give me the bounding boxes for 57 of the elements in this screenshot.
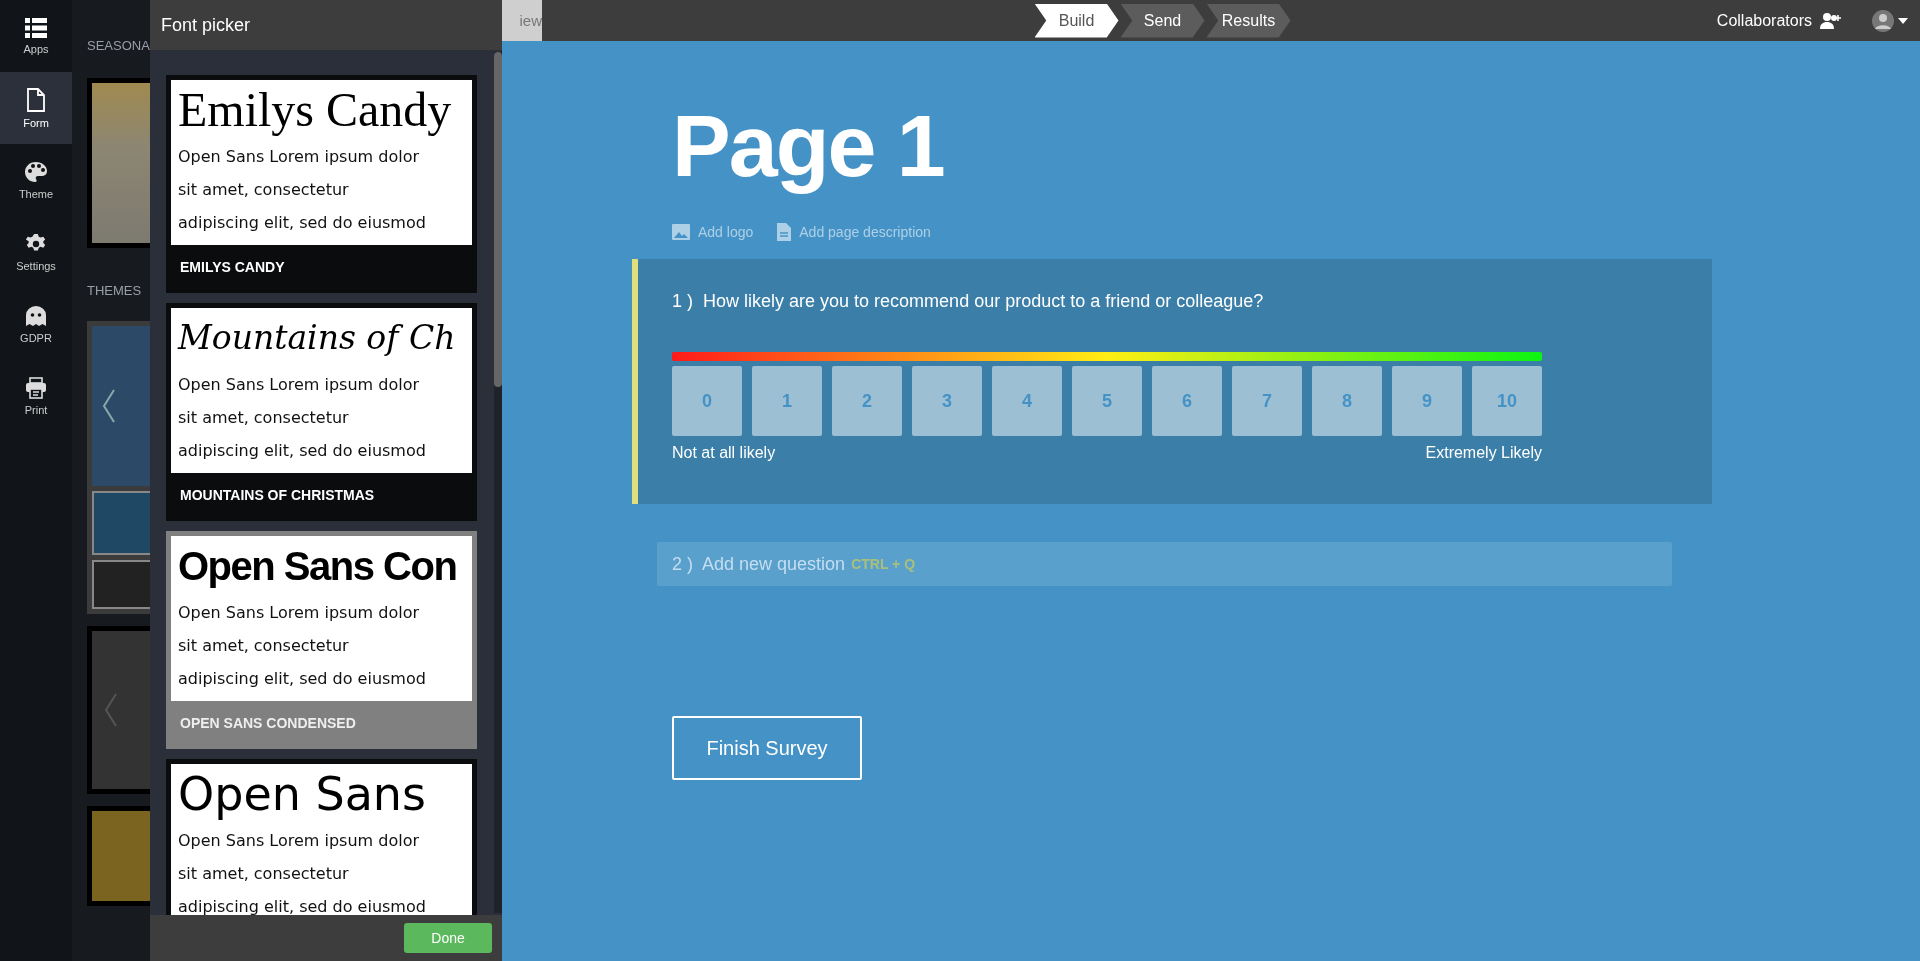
sidebar-item[interactable]: Theme <box>0 144 72 216</box>
chevron-left-icon <box>102 389 116 423</box>
new-question-field[interactable]: 2 ) Add new question CTRL + Q <box>657 542 1672 586</box>
sidebar-item[interactable]: GDPR <box>0 288 72 360</box>
theme-card[interactable] <box>87 321 150 614</box>
caret-icon[interactable] <box>1898 17 1908 24</box>
scale-label: Not at all likely <box>672 444 776 462</box>
step-tab[interactable]: Results <box>1206 3 1291 38</box>
font-card[interactable]: Emilys Candy Open Sans Lorem ipsum dolor sit amet, consectetur adipiscing elit, sed do eiusmod EMILYS CANDY <box>166 75 477 293</box>
scale-option[interactable]: 1 <box>752 366 822 436</box>
scale-option[interactable]: 9 <box>1392 366 1462 436</box>
view-tab[interactable]: iew <box>502 0 542 41</box>
sidebar-item[interactable]: Settings <box>0 216 72 288</box>
shortcut-hint: CTRL + Q <box>851 556 916 572</box>
panel-title: Font picker <box>150 0 502 50</box>
sidebar-item[interactable]: Print <box>0 360 72 432</box>
scale-option[interactable]: 5 <box>1072 366 1142 436</box>
done-button[interactable]: Done <box>404 923 492 953</box>
section-heading: SEASONA <box>87 38 150 53</box>
finish-survey-button[interactable]: Finish Survey <box>672 716 862 780</box>
color-swatch[interactable] <box>92 560 150 609</box>
question-text: 1 ) How likely are you to recommend our product to a friend or colleague? <box>672 291 1265 312</box>
printer-icon <box>25 376 47 399</box>
scale-option[interactable]: 7 <box>1232 366 1302 436</box>
scrollbar-thumb[interactable] <box>494 52 502 387</box>
add-description-button[interactable]: Add page description <box>777 223 931 241</box>
sidebar-item[interactable]: Form <box>0 72 72 144</box>
font-card[interactable]: Mountains of Ch Open Sans Lorem ipsum dolor sit amet, consectetur adipiscing elit, sed do eiusmod MOUNTAINS OF CHRISTMAS <box>166 303 477 521</box>
scale-option[interactable]: 6 <box>1152 366 1222 436</box>
theme-card[interactable] <box>87 806 150 906</box>
document-icon <box>777 223 792 241</box>
apps-icon <box>25 17 47 38</box>
collaborators-button[interactable]: Collaborators <box>1710 10 1848 31</box>
scale-option[interactable]: 2 <box>832 366 902 436</box>
color-swatch[interactable] <box>92 491 150 555</box>
scale-option[interactable]: 3 <box>912 366 982 436</box>
step-tab[interactable]: Build <box>1034 3 1119 38</box>
step-tab[interactable]: Send <box>1120 3 1205 38</box>
scale-label: Extremely Likely <box>1425 444 1542 462</box>
document-icon <box>26 87 46 112</box>
page-title: Page 1 <box>672 95 945 197</box>
scale-option[interactable]: 4 <box>992 366 1062 436</box>
avatar-icon[interactable] <box>1872 9 1894 32</box>
scale-option[interactable]: 8 <box>1312 366 1382 436</box>
image-icon <box>672 224 690 240</box>
palette-icon <box>24 160 48 183</box>
add-user-icon <box>1820 12 1842 29</box>
scale-option[interactable]: 0 <box>672 366 742 436</box>
scale-option[interactable]: 10 <box>1472 366 1542 436</box>
font-card[interactable]: Open Sans Con Open Sans Lorem ipsum dolor sit amet, consectetur adipiscing elit, sed do eiusmod OPEN SANS CONDENSED <box>166 531 477 749</box>
chevron-left-icon <box>104 693 118 727</box>
section-heading: THEMES <box>87 283 143 298</box>
ghost-icon <box>25 304 47 327</box>
add-logo-button[interactable]: Add logo <box>672 223 754 241</box>
question-card[interactable]: 1 ) How likely are you to recommend our product to a friend or colleague? 0 1 2 3 4 5 6 7 8 9 10 Not at all likely Extremely Likely <box>632 259 1712 504</box>
sidebar-item[interactable]: Apps <box>0 0 72 72</box>
font-card[interactable]: Open Sans Open Sans Lorem ipsum dolor sit amet, consectetur adipiscing elit, sed do eiusmod <box>166 759 477 915</box>
